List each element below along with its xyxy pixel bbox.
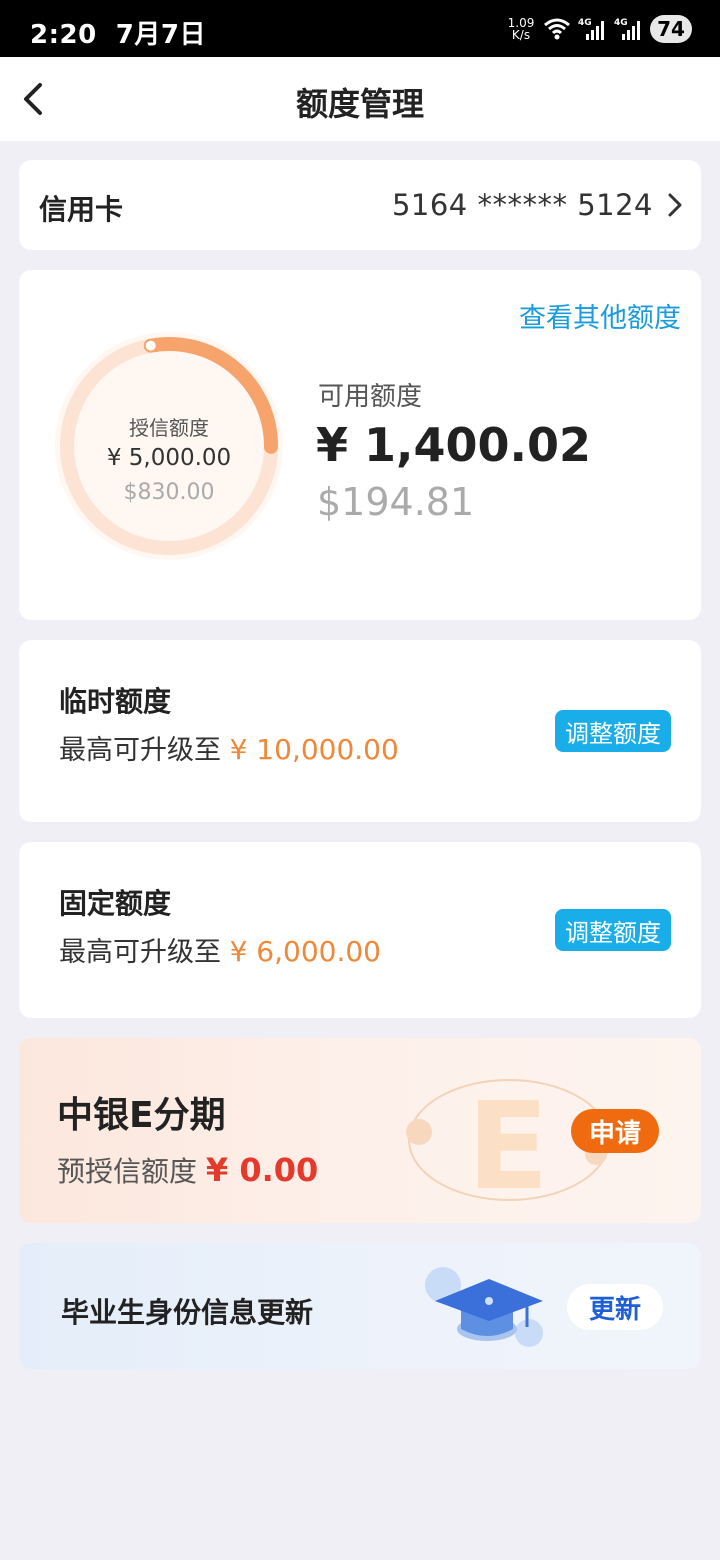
svg-text:E: E	[467, 1078, 549, 1217]
temporary-limit-title: 临时额度	[59, 685, 172, 718]
status-time-value: 2:20	[30, 20, 97, 50]
available-limit-usd: $194.81	[317, 480, 475, 524]
update-button[interactable]: 更新	[567, 1284, 663, 1330]
network-speed-unit: K/s	[511, 28, 531, 42]
credit-limit-usd: $830.00	[123, 480, 215, 505]
temporary-limit-desc: 最高可升级至 ¥ 10,000.00	[59, 728, 399, 767]
installment-desc: 预授信额度 ¥ 0.00	[57, 1150, 318, 1190]
status-time: 2:20 7月7日	[30, 14, 206, 51]
svg-text:4G: 4G	[614, 18, 628, 28]
installment-desc-prefix: 预授信额度	[57, 1155, 198, 1188]
temporary-limit-desc-prefix: 最高可升级至	[59, 735, 221, 766]
fixed-limit-desc-prefix: 最高可升级至	[59, 937, 221, 968]
svg-text:4G: 4G	[578, 18, 592, 28]
adjust-temporary-limit-button[interactable]: 调整额度	[555, 710, 671, 752]
card-type-label: 信用卡	[39, 193, 124, 226]
card-selector[interactable]: 信用卡 5164 ****** 5124	[19, 160, 701, 250]
installment-amount: ¥ 0.00	[205, 1151, 319, 1189]
view-other-limits-link[interactable]: 查看其他额度	[519, 296, 681, 335]
adjust-fixed-limit-button[interactable]: 调整额度	[555, 909, 671, 951]
signal-4g-icon: 4G	[578, 18, 604, 40]
installment-title: 中银E分期	[57, 1095, 226, 1136]
available-limit-label: 可用额度	[318, 382, 423, 412]
fixed-limit-title: 固定额度	[59, 887, 172, 920]
wifi-icon	[544, 18, 570, 40]
fixed-limit-card: 固定额度 最高可升级至 ¥ 6,000.00 调整额度	[19, 842, 701, 1018]
fixed-limit-desc: 最高可升级至 ¥ 6,000.00	[59, 930, 381, 969]
battery-indicator: 74	[650, 15, 692, 43]
credit-usage-dot	[145, 340, 156, 351]
installment-banner[interactable]: E 中银E分期 预授信额度 ¥ 0.00 申请	[19, 1038, 701, 1223]
signal-4g-icon: 4G	[614, 18, 640, 40]
graduate-update-banner[interactable]: 毕业生身份信息更新 更新	[19, 1243, 701, 1369]
chevron-right-icon	[668, 193, 682, 217]
status-icons: 1.09 K/s 4G 4G 74	[506, 12, 692, 46]
card-number: 5164 ****** 5124	[391, 188, 653, 222]
credit-limit-cny: ¥ 5,000.00	[106, 445, 232, 471]
temporary-limit-amount: ¥ 10,000.00	[229, 733, 399, 766]
nav-bar: 额度管理	[0, 57, 720, 141]
available-limit-cny: ¥ 1,400.02	[316, 418, 592, 472]
fixed-limit-amount: ¥ 6,000.00	[229, 935, 381, 968]
network-speed: 1.09 K/s	[506, 17, 536, 41]
status-date: 7月7日	[115, 20, 206, 50]
status-bar: 2:20 7月7日 1.09 K/s 4G 4G 74	[0, 0, 720, 57]
temporary-limit-card: 临时额度 最高可升级至 ¥ 10,000.00 调整额度	[19, 640, 701, 822]
limit-overview: 查看其他额度 授信额度 ¥ 5,000.00 $830.00 可用额度 ¥ 1,…	[19, 270, 701, 620]
graduate-update-title: 毕业生身份信息更新	[61, 1296, 314, 1329]
credit-limit-label: 授信额度	[129, 416, 209, 440]
apply-button[interactable]: 申请	[571, 1109, 659, 1153]
page-title: 额度管理	[295, 85, 424, 123]
graduation-cap-icon	[425, 1267, 543, 1347]
